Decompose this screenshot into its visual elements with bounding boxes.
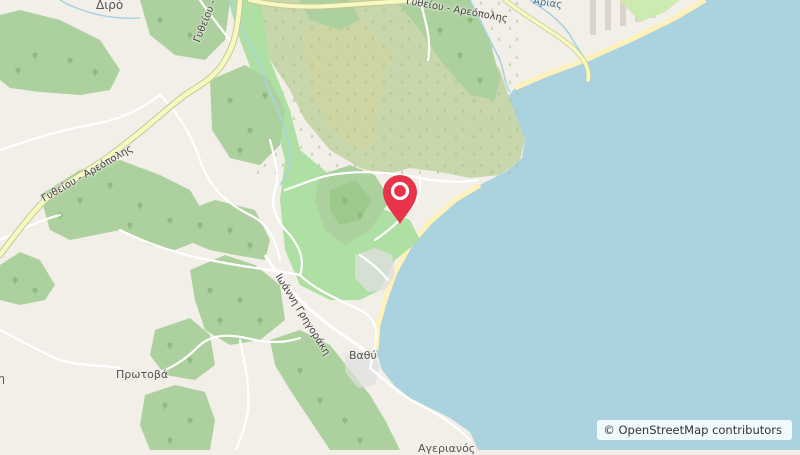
tree-symbol [107, 182, 113, 188]
tree-symbol [167, 342, 173, 348]
tree-symbol [227, 227, 233, 233]
tree-trunk [299, 372, 301, 375]
tree-symbol [187, 32, 193, 38]
tree-trunk [34, 57, 36, 60]
tree-symbol [127, 222, 133, 228]
attribution[interactable]: © OpenStreetMap contributors [597, 420, 792, 440]
tree-trunk [69, 62, 71, 65]
tree-symbol [167, 437, 173, 443]
tree-trunk [139, 207, 141, 210]
tree-symbol [437, 27, 443, 33]
tree-symbol [357, 437, 363, 443]
tree-trunk [14, 282, 16, 285]
tree-symbol [157, 17, 163, 23]
tree-trunk [219, 322, 221, 325]
tree-symbol [342, 197, 348, 203]
tree-trunk [264, 97, 266, 100]
tree-symbol [457, 52, 463, 58]
tree-trunk [239, 152, 241, 155]
tree-symbol [77, 197, 83, 203]
tree-trunk [189, 362, 191, 365]
location-marker[interactable] [379, 170, 421, 226]
tree-trunk [79, 202, 81, 205]
tree-trunk [189, 422, 191, 425]
copyright-text[interactable]: © OpenStreetMap contributors [603, 423, 782, 437]
tree-symbol [342, 417, 348, 423]
tree-symbol [137, 202, 143, 208]
tree-trunk [344, 422, 346, 425]
tree-symbol [247, 242, 253, 248]
tree-trunk [17, 72, 19, 75]
tree-symbol [237, 297, 243, 303]
tree-trunk [319, 402, 321, 405]
tree-trunk [229, 102, 231, 105]
tree-symbol [297, 367, 303, 373]
tree-symbol [317, 397, 323, 403]
tree-trunk [34, 292, 36, 295]
tree-symbol [217, 317, 223, 323]
tree-trunk [109, 187, 111, 190]
tree-trunk [439, 32, 441, 35]
tree-trunk [129, 227, 131, 230]
tree-symbol [197, 222, 203, 228]
tree-symbol [92, 69, 98, 75]
tree-symbol [15, 67, 21, 73]
tree-trunk [344, 202, 346, 205]
tree-symbol [237, 147, 243, 153]
tree-trunk [199, 227, 201, 230]
tree-trunk [59, 217, 61, 220]
tree-trunk [479, 82, 481, 85]
tree-trunk [164, 407, 166, 410]
tree-trunk [359, 442, 361, 445]
tree-trunk [469, 22, 471, 25]
map-pin-icon [383, 175, 417, 224]
tree-trunk [459, 57, 461, 60]
tree-trunk [94, 74, 96, 77]
tree-trunk [239, 302, 241, 305]
tree-symbol [67, 57, 73, 63]
tree-symbol [247, 127, 253, 133]
tree-symbol [162, 402, 168, 408]
tree-symbol [207, 287, 213, 293]
tree-symbol [187, 417, 193, 423]
tree-trunk [259, 322, 261, 325]
tree-symbol [357, 212, 363, 218]
tree-trunk [189, 37, 191, 40]
tree-symbol [262, 92, 268, 98]
tree-symbol [477, 77, 483, 83]
tree-symbol [12, 277, 18, 283]
tree-symbol [167, 217, 173, 223]
tree-trunk [169, 442, 171, 445]
tree-trunk [169, 222, 171, 225]
tree-trunk [249, 132, 251, 135]
tree-trunk [159, 22, 161, 25]
tree-trunk [209, 292, 211, 295]
tree-trunk [229, 232, 231, 235]
tree-symbol [227, 97, 233, 103]
tree-trunk [209, 17, 211, 20]
tree-symbol [467, 17, 473, 23]
tree-trunk [169, 347, 171, 350]
tree-symbol [187, 357, 193, 363]
tree-symbol [32, 52, 38, 58]
tree-trunk [249, 247, 251, 250]
tree-trunk [359, 217, 361, 220]
tree-symbol [257, 317, 263, 323]
tree-symbol [32, 287, 38, 293]
